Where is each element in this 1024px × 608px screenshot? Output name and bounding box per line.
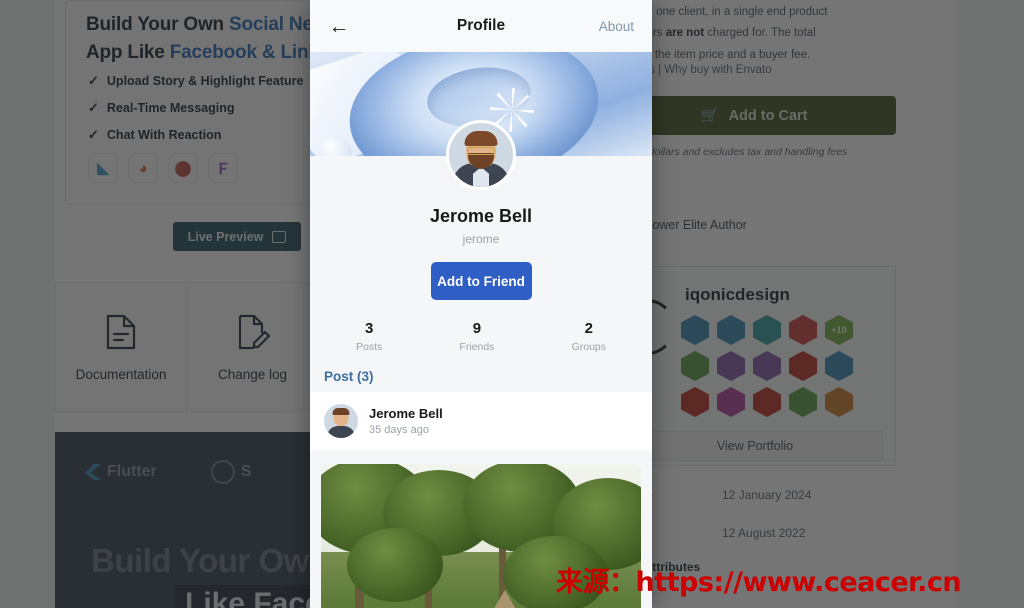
post-card: Jerome Bell 35 days ago <box>310 392 652 450</box>
stat-friends-label: Friends <box>459 341 495 353</box>
tree-canopy <box>347 528 443 602</box>
add-to-friend-button[interactable]: Add to Friend <box>430 262 532 300</box>
post-author-row: Jerome Bell 35 days ago <box>324 404 638 438</box>
post-author-avatar[interactable] <box>324 404 358 438</box>
screen-root: Build Your Own Social Network App Like F… <box>0 0 1024 608</box>
avatar[interactable] <box>446 120 516 190</box>
stat-posts[interactable]: 3 Posts <box>356 320 382 353</box>
profile-screen-overlay: ← Profile About Jerome Bell jerome Add t… <box>310 0 652 608</box>
avatar-glasses <box>467 147 495 155</box>
profile-stats-row: 3 Posts 9 Friends 2 Groups <box>310 320 652 353</box>
post-avatar-hair <box>332 408 350 415</box>
post-timestamp: 35 days ago <box>369 424 429 436</box>
profile-handle: jerome <box>462 232 500 246</box>
stat-groups-label: Groups <box>571 341 606 353</box>
profile-name: Jerome Bell <box>429 206 533 226</box>
stat-posts-label: Posts <box>356 341 383 353</box>
posts-section-header: Post (3) <box>324 369 374 384</box>
source-watermark: 来源：https://www.ceacer.cn <box>556 567 962 598</box>
stat-friends[interactable]: 9 Friends <box>459 320 494 353</box>
post-author-name: Jerome Bell <box>369 406 443 421</box>
stat-groups[interactable]: 2 Groups <box>572 320 606 353</box>
stat-posts-count: 3 <box>364 320 374 337</box>
app-header: ← Profile About <box>310 0 652 52</box>
about-link[interactable]: About <box>599 19 634 34</box>
stat-friends-count: 9 <box>472 320 482 337</box>
back-arrow-icon[interactable]: ← <box>328 15 350 37</box>
post-avatar-body <box>327 426 355 438</box>
avatar-hair <box>464 131 498 146</box>
stat-groups-count: 2 <box>584 320 593 337</box>
avatar-container <box>310 120 652 200</box>
post-author-meta: Jerome Bell 35 days ago <box>369 406 443 436</box>
